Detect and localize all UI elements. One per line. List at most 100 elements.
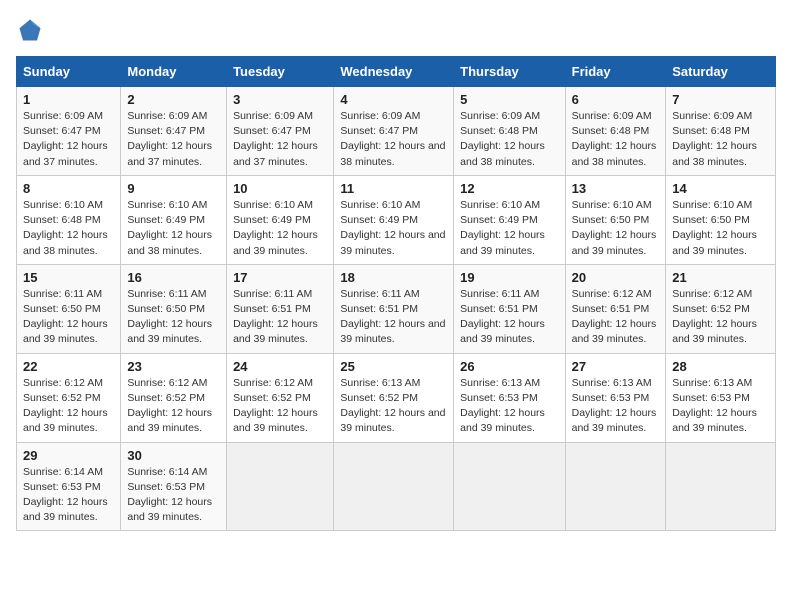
empty-cell	[565, 442, 666, 531]
calendar-day-cell: 14 Sunrise: 6:10 AMSunset: 6:50 PMDayligh…	[666, 175, 776, 264]
col-header-sunday: Sunday	[17, 57, 121, 87]
day-info: Sunrise: 6:09 AMSunset: 6:48 PMDaylight:…	[572, 109, 660, 170]
col-header-friday: Friday	[565, 57, 666, 87]
day-info: Sunrise: 6:13 AMSunset: 6:53 PMDaylight:…	[572, 376, 660, 437]
col-header-saturday: Saturday	[666, 57, 776, 87]
calendar-day-cell: 15 Sunrise: 6:11 AMSunset: 6:50 PMDayligh…	[17, 264, 121, 353]
calendar-table: SundayMondayTuesdayWednesdayThursdayFrid…	[16, 56, 776, 531]
day-number: 13	[572, 181, 660, 196]
col-header-monday: Monday	[121, 57, 227, 87]
day-info: Sunrise: 6:10 AMSunset: 6:49 PMDaylight:…	[460, 198, 558, 259]
day-info: Sunrise: 6:11 AMSunset: 6:51 PMDaylight:…	[233, 287, 327, 348]
calendar-day-cell: 22 Sunrise: 6:12 AMSunset: 6:52 PMDayligh…	[17, 353, 121, 442]
calendar-day-cell: 17 Sunrise: 6:11 AMSunset: 6:51 PMDayligh…	[227, 264, 334, 353]
day-number: 2	[127, 92, 220, 107]
empty-cell	[227, 442, 334, 531]
day-number: 30	[127, 448, 220, 463]
day-number: 29	[23, 448, 114, 463]
calendar-day-cell: 26 Sunrise: 6:13 AMSunset: 6:53 PMDayligh…	[454, 353, 565, 442]
day-info: Sunrise: 6:12 AMSunset: 6:52 PMDaylight:…	[127, 376, 220, 437]
day-number: 21	[672, 270, 769, 285]
calendar-day-cell: 18Sunrise: 6:11 AMSunset: 6:51 PMDayligh…	[334, 264, 454, 353]
day-info: Sunrise: 6:11 AMSunset: 6:50 PMDaylight:…	[127, 287, 220, 348]
day-number: 11	[340, 181, 447, 196]
day-number: 17	[233, 270, 327, 285]
calendar-day-cell: 11 Sunrise: 6:10 AMSunset: 6:49 PMDayligh…	[334, 175, 454, 264]
col-header-wednesday: Wednesday	[334, 57, 454, 87]
day-info: Sunrise: 6:11 AMSunset: 6:51 PMDaylight:…	[460, 287, 558, 348]
day-info: Sunrise: 6:10 AMSunset: 6:50 PMDaylight:…	[572, 198, 660, 259]
calendar-day-cell: 19Sunrise: 6:11 AMSunset: 6:51 PMDayligh…	[454, 264, 565, 353]
day-number: 5	[460, 92, 558, 107]
day-number: 22	[23, 359, 114, 374]
empty-cell	[666, 442, 776, 531]
calendar-day-cell: 24 Sunrise: 6:12 AMSunset: 6:52 PMDayligh…	[227, 353, 334, 442]
day-number: 1	[23, 92, 114, 107]
day-info: Sunrise: 6:14 AMSunset: 6:53 PMDaylight:…	[127, 465, 220, 526]
day-info: Sunrise: 6:09 AMSunset: 6:47 PMDaylight:…	[233, 109, 327, 170]
day-number: 6	[572, 92, 660, 107]
day-info: Sunrise: 6:09 AMSunset: 6:47 PMDaylight:…	[23, 109, 114, 170]
day-number: 15	[23, 270, 114, 285]
day-info: Sunrise: 6:12 AMSunset: 6:51 PMDaylight:…	[572, 287, 660, 348]
calendar-day-cell: 23 Sunrise: 6:12 AMSunset: 6:52 PMDayligh…	[121, 353, 227, 442]
calendar-day-cell: 13 Sunrise: 6:10 AMSunset: 6:50 PMDayligh…	[565, 175, 666, 264]
calendar-day-cell: 7Sunrise: 6:09 AMSunset: 6:48 PMDaylight…	[666, 87, 776, 176]
calendar-day-cell: 1 Sunrise: 6:09 AMSunset: 6:47 PMDaylight…	[17, 87, 121, 176]
calendar-day-cell: 30 Sunrise: 6:14 AMSunset: 6:53 PMDayligh…	[121, 442, 227, 531]
calendar-day-cell: 25 Sunrise: 6:13 AMSunset: 6:52 PMDayligh…	[334, 353, 454, 442]
day-number: 27	[572, 359, 660, 374]
calendar-week-row: 8 Sunrise: 6:10 AMSunset: 6:48 PMDaylight…	[17, 175, 776, 264]
day-info: Sunrise: 6:10 AMSunset: 6:50 PMDaylight:…	[672, 198, 769, 259]
day-number: 24	[233, 359, 327, 374]
calendar-day-cell: 10Sunrise: 6:10 AMSunset: 6:49 PMDayligh…	[227, 175, 334, 264]
day-number: 4	[340, 92, 447, 107]
day-info: Sunrise: 6:09 AMSunset: 6:47 PMDaylight:…	[127, 109, 220, 170]
calendar-week-row: 29 Sunrise: 6:14 AMSunset: 6:53 PMDayligh…	[17, 442, 776, 531]
day-number: 8	[23, 181, 114, 196]
empty-cell	[334, 442, 454, 531]
empty-cell	[454, 442, 565, 531]
logo	[16, 16, 48, 44]
calendar-day-cell: 8 Sunrise: 6:10 AMSunset: 6:48 PMDaylight…	[17, 175, 121, 264]
day-header-row: SundayMondayTuesdayWednesdayThursdayFrid…	[17, 57, 776, 87]
day-info: Sunrise: 6:10 AMSunset: 6:49 PMDaylight:…	[233, 198, 327, 259]
day-info: Sunrise: 6:12 AMSunset: 6:52 PMDaylight:…	[233, 376, 327, 437]
calendar-day-cell: 29 Sunrise: 6:14 AMSunset: 6:53 PMDayligh…	[17, 442, 121, 531]
day-number: 9	[127, 181, 220, 196]
day-info: Sunrise: 6:09 AMSunset: 6:48 PMDaylight:…	[672, 109, 769, 170]
day-info: Sunrise: 6:13 AMSunset: 6:53 PMDaylight:…	[672, 376, 769, 437]
day-info: Sunrise: 6:11 AMSunset: 6:50 PMDaylight:…	[23, 287, 114, 348]
header	[16, 16, 776, 44]
col-header-thursday: Thursday	[454, 57, 565, 87]
day-info: Sunrise: 6:13 AMSunset: 6:53 PMDaylight:…	[460, 376, 558, 437]
day-info: Sunrise: 6:10 AMSunset: 6:48 PMDaylight:…	[23, 198, 114, 259]
calendar-day-cell: 16 Sunrise: 6:11 AMSunset: 6:50 PMDayligh…	[121, 264, 227, 353]
calendar-week-row: 22 Sunrise: 6:12 AMSunset: 6:52 PMDayligh…	[17, 353, 776, 442]
calendar-day-cell: 9Sunrise: 6:10 AMSunset: 6:49 PMDaylight…	[121, 175, 227, 264]
calendar-day-cell: 2 Sunrise: 6:09 AMSunset: 6:47 PMDaylight…	[121, 87, 227, 176]
calendar-day-cell: 21 Sunrise: 6:12 AMSunset: 6:52 PMDayligh…	[666, 264, 776, 353]
day-info: Sunrise: 6:12 AMSunset: 6:52 PMDaylight:…	[23, 376, 114, 437]
day-number: 3	[233, 92, 327, 107]
calendar-day-cell: 28Sunrise: 6:13 AMSunset: 6:53 PMDayligh…	[666, 353, 776, 442]
logo-icon	[16, 16, 44, 44]
calendar-day-cell: 12 Sunrise: 6:10 AMSunset: 6:49 PMDayligh…	[454, 175, 565, 264]
day-info: Sunrise: 6:13 AMSunset: 6:52 PMDaylight:…	[340, 376, 447, 437]
day-info: Sunrise: 6:11 AMSunset: 6:51 PMDaylight:…	[340, 287, 447, 348]
calendar-day-cell: 4Sunrise: 6:09 AMSunset: 6:47 PMDaylight…	[334, 87, 454, 176]
day-info: Sunrise: 6:14 AMSunset: 6:53 PMDaylight:…	[23, 465, 114, 526]
day-number: 14	[672, 181, 769, 196]
calendar-day-cell: 27 Sunrise: 6:13 AMSunset: 6:53 PMDayligh…	[565, 353, 666, 442]
day-number: 23	[127, 359, 220, 374]
day-number: 25	[340, 359, 447, 374]
day-number: 12	[460, 181, 558, 196]
calendar-day-cell: 6 Sunrise: 6:09 AMSunset: 6:48 PMDaylight…	[565, 87, 666, 176]
day-info: Sunrise: 6:12 AMSunset: 6:52 PMDaylight:…	[672, 287, 769, 348]
day-number: 20	[572, 270, 660, 285]
day-number: 16	[127, 270, 220, 285]
day-info: Sunrise: 6:10 AMSunset: 6:49 PMDaylight:…	[340, 198, 447, 259]
calendar-day-cell: 20 Sunrise: 6:12 AMSunset: 6:51 PMDayligh…	[565, 264, 666, 353]
day-number: 26	[460, 359, 558, 374]
col-header-tuesday: Tuesday	[227, 57, 334, 87]
